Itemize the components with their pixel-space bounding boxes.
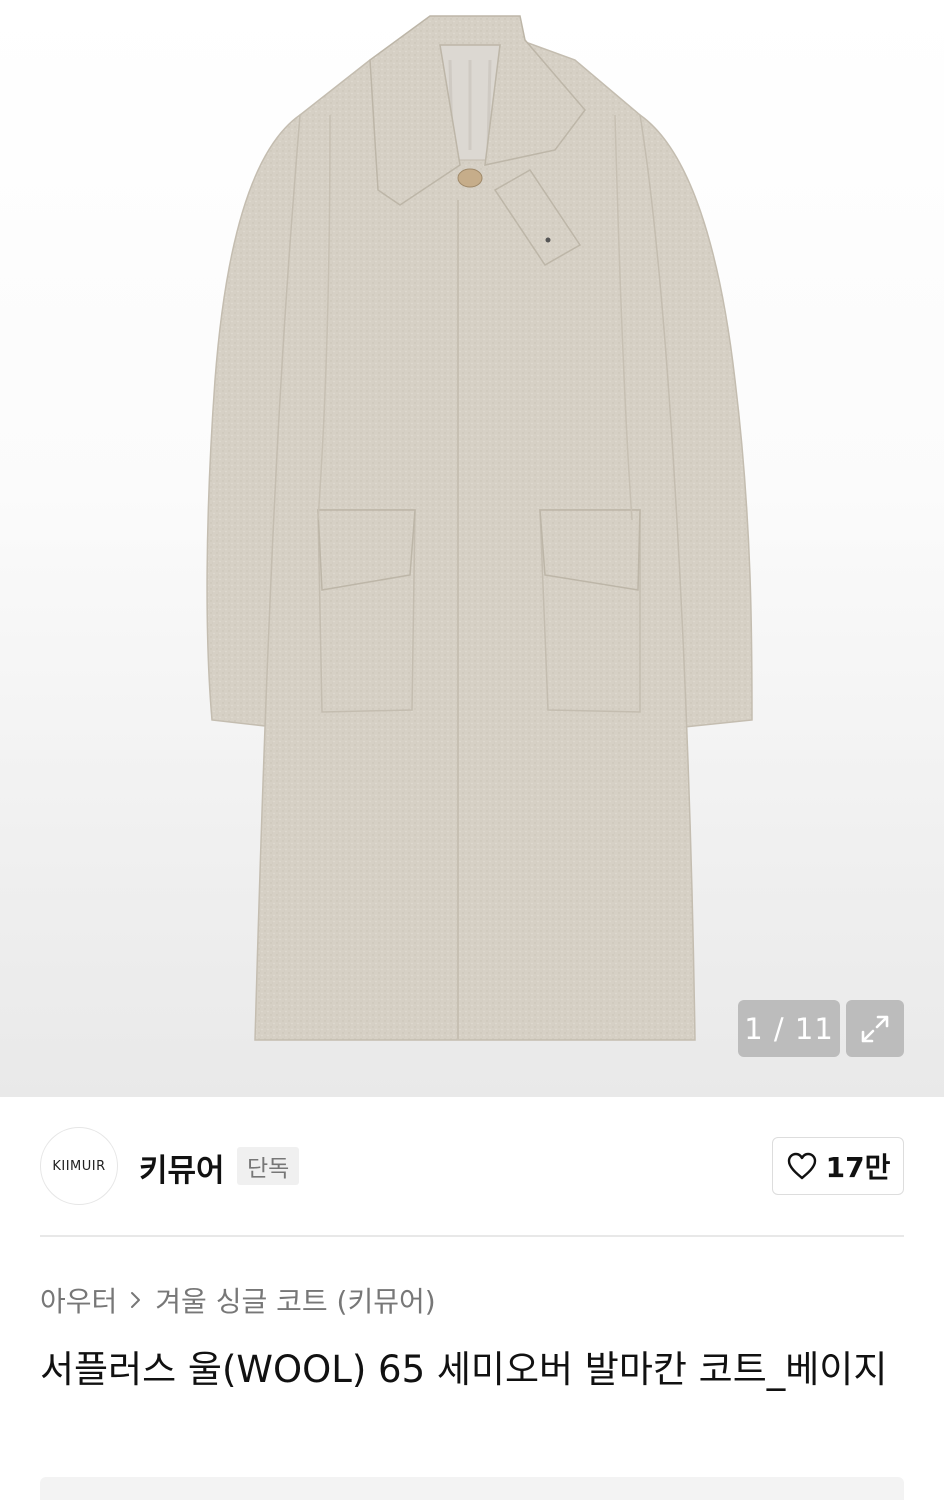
breadcrumb-subcategory[interactable]: 겨울 싱글 코트 (키뮤어)	[155, 1280, 435, 1320]
breadcrumb-category[interactable]: 아우터	[40, 1280, 117, 1320]
chevron-right-icon	[129, 1289, 143, 1311]
image-counter: 1 / 11	[738, 1000, 840, 1057]
info-box	[40, 1477, 904, 1500]
divider	[40, 1235, 904, 1237]
expand-image-button[interactable]	[846, 1000, 904, 1057]
expand-icon	[861, 1015, 889, 1042]
breadcrumb: 아우터 겨울 싱글 코트 (키뮤어)	[40, 1280, 436, 1320]
brand-logo-text: KIIMUIR	[52, 1158, 106, 1174]
product-image-gallery[interactable]: 1 / 11	[0, 0, 944, 1097]
brand-name[interactable]: 키뮤어	[139, 1145, 225, 1190]
product-image[interactable]	[0, 0, 944, 1097]
product-title: 서플러스 울(WOOL) 65 세미오버 발마칸 코트_베이지	[40, 1348, 888, 1391]
heart-icon	[787, 1152, 816, 1180]
brand-row: KIIMUIR 키뮤어 단독 17만	[40, 1127, 904, 1205]
like-count: 17만	[825, 1151, 891, 1184]
exclusive-badge: 단독	[237, 1147, 300, 1185]
brand-logo[interactable]: KIIMUIR	[40, 1127, 118, 1205]
like-button[interactable]: 17만	[772, 1137, 904, 1195]
